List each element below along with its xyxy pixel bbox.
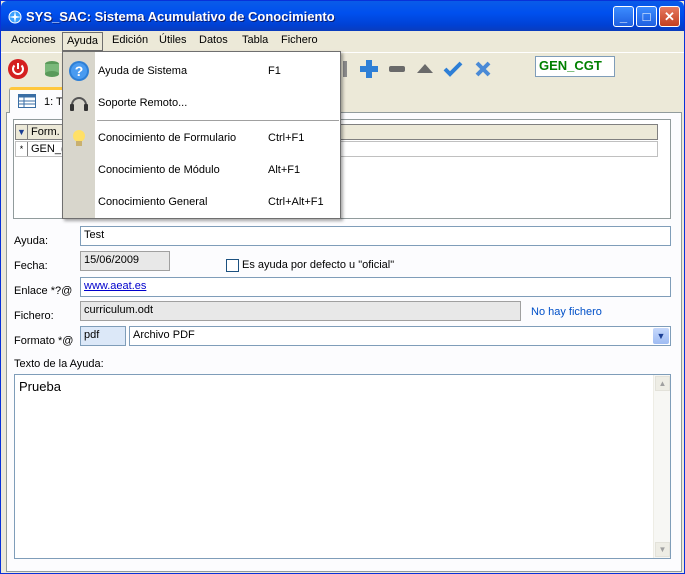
menu-item-conocimiento-modulo[interactable]: Conocimiento de Módulo Alt+F1: [63, 153, 340, 185]
minimize-button[interactable]: _: [613, 6, 634, 27]
scroll-down-icon[interactable]: ▼: [655, 542, 670, 557]
new-row-marker: *: [16, 142, 28, 156]
app-window: SYS_SAC: Sistema Acumulativo de Conocimi…: [0, 0, 685, 574]
formato-select[interactable]: Archivo PDF ▼: [129, 326, 671, 346]
enlace-label: Enlace *?@: [14, 285, 73, 297]
window-title: SYS_SAC: Sistema Acumulativo de Conocimi…: [26, 9, 335, 24]
help-icon: ?: [69, 61, 89, 81]
menu-item-label: Conocimiento de Formulario: [98, 132, 237, 144]
scroll-up-icon[interactable]: ▲: [655, 376, 670, 391]
database-icon[interactable]: [41, 58, 63, 80]
code-field[interactable]: GEN_CGT: [535, 56, 615, 77]
headset-icon: [70, 97, 88, 111]
fichero-field[interactable]: curriculum.odt: [80, 301, 521, 321]
formato-label: Formato *@: [14, 335, 74, 347]
title-bar[interactable]: SYS_SAC: Sistema Acumulativo de Conocimi…: [1, 1, 684, 31]
menu-item-soporte-remoto[interactable]: Soporte Remoto...: [63, 86, 340, 118]
check-icon[interactable]: [442, 58, 464, 80]
menu-item-shortcut: Ctrl+F1: [268, 132, 305, 144]
texto-content: Prueba: [19, 379, 61, 394]
menu-item-conocimiento-formulario[interactable]: Conocimiento de Formulario Ctrl+F1: [63, 121, 340, 153]
menu-datos[interactable]: Datos: [199, 34, 228, 46]
menu-item-shortcut: Ctrl+Alt+F1: [268, 196, 324, 208]
menu-item-conocimiento-general[interactable]: Conocimiento General Ctrl+Alt+F1: [63, 185, 340, 217]
formato-code-field[interactable]: pdf: [80, 326, 126, 346]
maximize-button[interactable]: □: [636, 6, 657, 27]
fecha-label: Fecha:: [14, 260, 48, 272]
menu-item-label: Conocimiento General: [98, 196, 208, 208]
menu-item-ayuda-sistema[interactable]: ? Ayuda de Sistema F1: [63, 54, 340, 86]
svg-text:?: ?: [75, 63, 84, 79]
ayuda-menu-dropdown: ? Ayuda de Sistema F1 Soporte Remoto... …: [62, 51, 341, 219]
menu-acciones[interactable]: Acciones: [11, 34, 56, 46]
sort-indicator-icon[interactable]: ▼: [16, 125, 28, 139]
app-icon: [8, 10, 22, 24]
menu-bar: Acciones Ayuda Edición Útiles Datos Tabl…: [1, 31, 684, 51]
chevron-down-icon[interactable]: ▼: [653, 328, 669, 344]
close-button[interactable]: ✕: [659, 6, 680, 27]
ayuda-label: Ayuda:: [14, 235, 49, 247]
enlace-link[interactable]: www.aeat.es: [84, 280, 146, 292]
fecha-field[interactable]: 15/06/2009: [80, 251, 170, 271]
add-icon[interactable]: [358, 58, 380, 80]
lightbulb-icon: [73, 130, 85, 146]
vertical-scrollbar[interactable]: ▲ ▼: [653, 375, 670, 558]
texto-label: Texto de la Ayuda:: [14, 358, 104, 370]
power-icon[interactable]: [7, 58, 29, 80]
menu-item-label: Soporte Remoto...: [98, 97, 188, 109]
menu-item-label: Ayuda de Sistema: [98, 65, 188, 77]
default-checkbox[interactable]: [226, 259, 239, 272]
no-file-link[interactable]: No hay fichero: [531, 306, 602, 318]
menu-item-shortcut: Alt+F1: [268, 164, 301, 176]
fichero-label: Fichero:: [14, 310, 54, 322]
menu-edicion[interactable]: Edición: [112, 34, 148, 46]
menu-utiles[interactable]: Útiles: [159, 34, 187, 46]
menu-tabla[interactable]: Tabla: [242, 34, 268, 46]
grid-cell-form[interactable]: GEN_(: [31, 143, 65, 155]
formato-selected: Archivo PDF: [133, 329, 195, 341]
tab-label: 1: T: [44, 96, 63, 108]
menu-fichero[interactable]: Fichero: [281, 34, 318, 46]
menu-item-shortcut: F1: [268, 65, 281, 77]
remove-icon[interactable]: [386, 58, 408, 80]
cancel-icon[interactable]: [472, 58, 494, 80]
grid-header-form[interactable]: Form.: [31, 126, 60, 138]
table-icon: [18, 94, 36, 108]
enlace-input[interactable]: www.aeat.es: [80, 277, 671, 297]
default-label: Es ayuda por defecto u "oficial": [242, 259, 395, 271]
menu-ayuda[interactable]: Ayuda: [62, 32, 103, 51]
menu-item-label: Conocimiento de Módulo: [98, 164, 220, 176]
texto-textarea[interactable]: Prueba ▲ ▼: [14, 374, 671, 559]
eject-icon[interactable]: [414, 58, 436, 80]
ayuda-input[interactable]: Test: [80, 226, 671, 246]
